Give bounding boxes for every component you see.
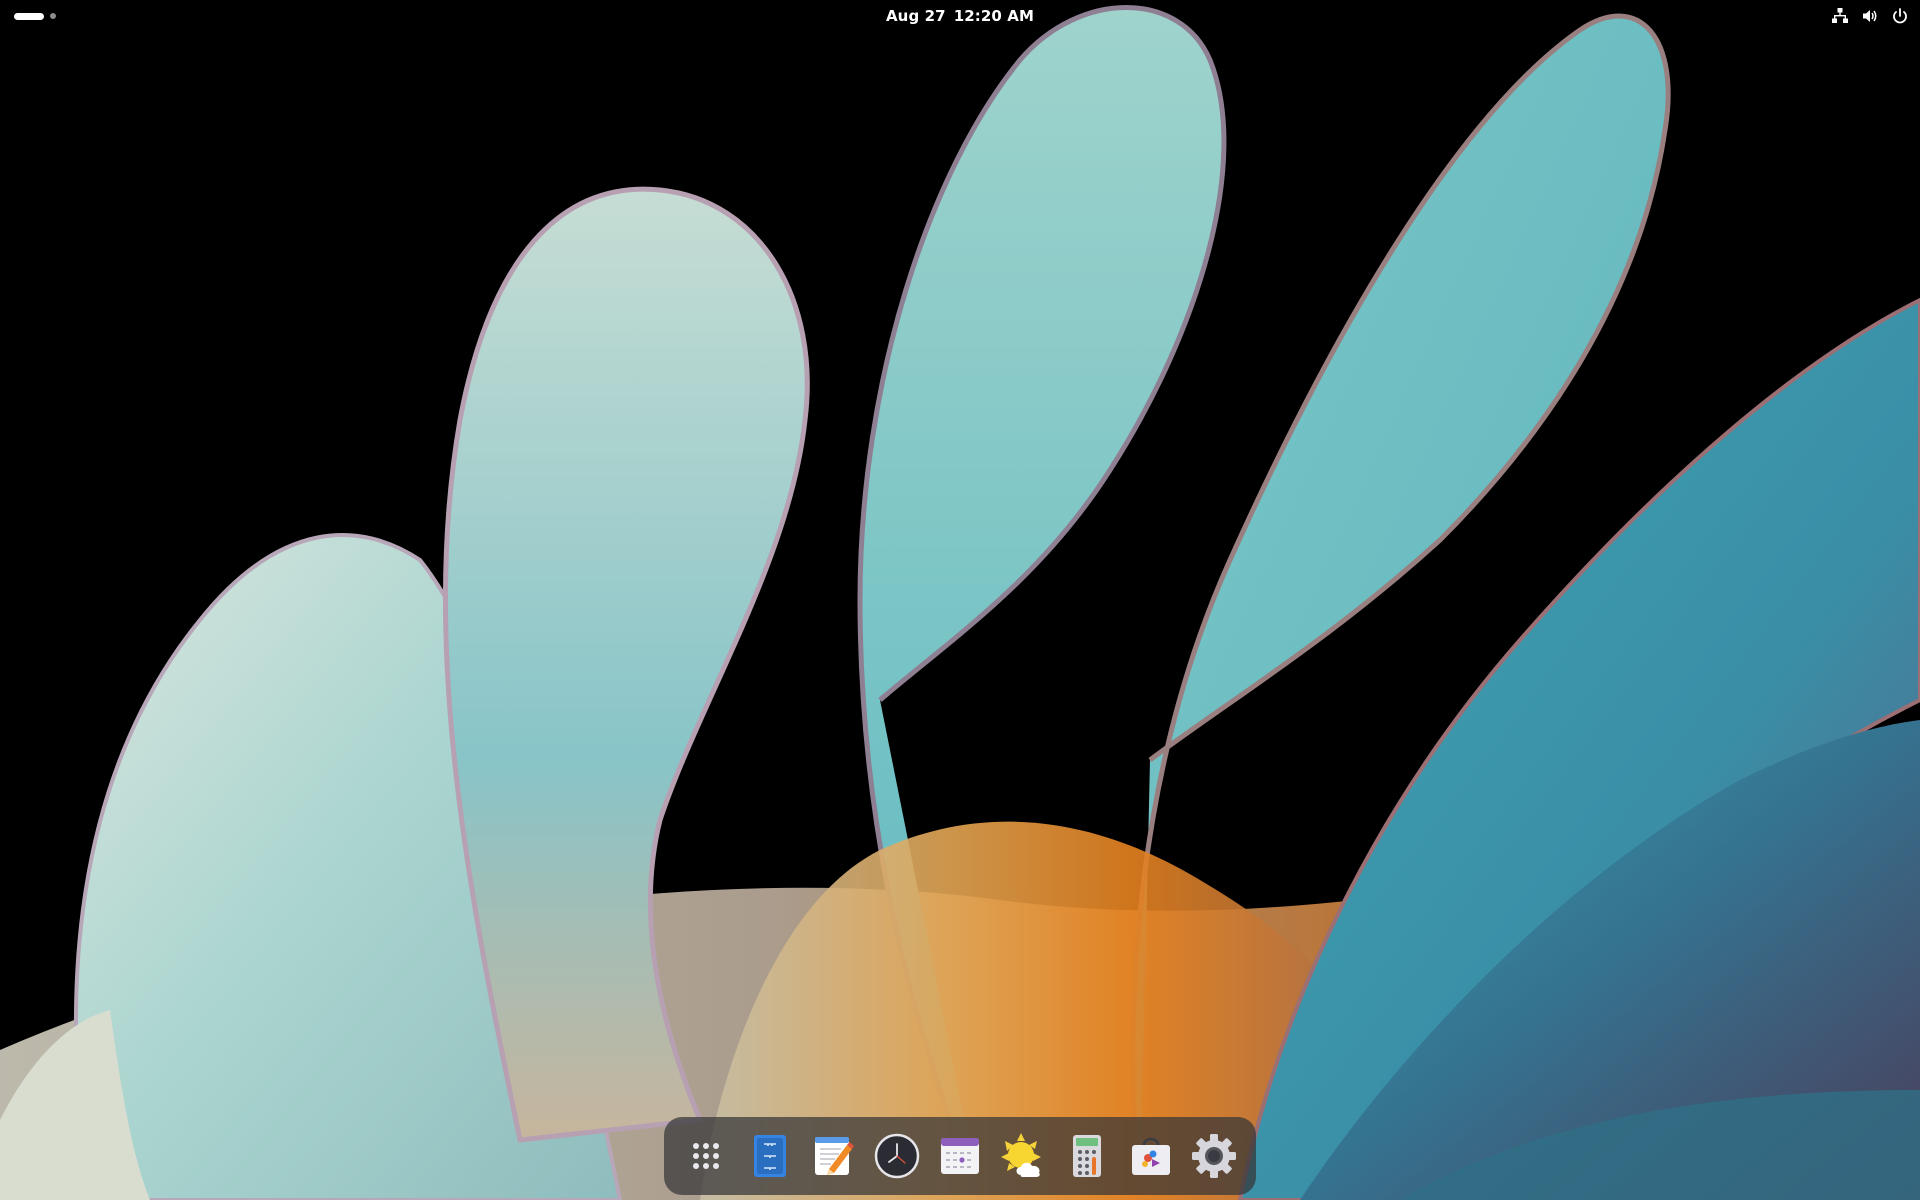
- weather-icon: [1000, 1133, 1041, 1177]
- files-app[interactable]: [742, 1128, 798, 1184]
- date-time-button[interactable]: Aug 27 12:20 AM: [886, 0, 1034, 32]
- dock: [664, 1117, 1256, 1195]
- desktop: Aug 27 12:20 AM: [0, 0, 1920, 1200]
- network-icon: [1830, 6, 1850, 26]
- workspace-indicator[interactable]: [0, 0, 56, 32]
- time-label: 12:20 AM: [953, 7, 1035, 25]
- calendar-icon: [941, 1138, 979, 1174]
- calculator-icon: [1073, 1135, 1101, 1177]
- volume-icon: [1860, 6, 1880, 26]
- show-apps-button[interactable]: [678, 1128, 734, 1184]
- app-grid-icon: [693, 1143, 719, 1169]
- clock-icon: [874, 1133, 919, 1179]
- power-icon: [1890, 6, 1910, 26]
- text-editor-app[interactable]: [805, 1128, 861, 1184]
- wallpaper: [0, 5, 1920, 1200]
- calculator-app[interactable]: [1059, 1128, 1115, 1184]
- weather-app[interactable]: [996, 1128, 1052, 1184]
- calendar-app[interactable]: [932, 1128, 988, 1184]
- active-workspace-pill: [14, 12, 44, 20]
- software-app[interactable]: [1123, 1128, 1179, 1184]
- settings-gear-icon: [1192, 1134, 1236, 1178]
- date-label: Aug 27: [885, 7, 946, 25]
- settings-app[interactable]: [1186, 1128, 1242, 1184]
- software-store-icon: [1131, 1137, 1170, 1175]
- clocks-app[interactable]: [869, 1128, 925, 1184]
- files-icon: [753, 1135, 786, 1177]
- system-menu-button[interactable]: [1830, 0, 1910, 32]
- text-editor-icon: [815, 1137, 854, 1175]
- top-bar: Aug 27 12:20 AM: [0, 0, 1920, 32]
- inactive-workspace-dot: [50, 13, 56, 19]
